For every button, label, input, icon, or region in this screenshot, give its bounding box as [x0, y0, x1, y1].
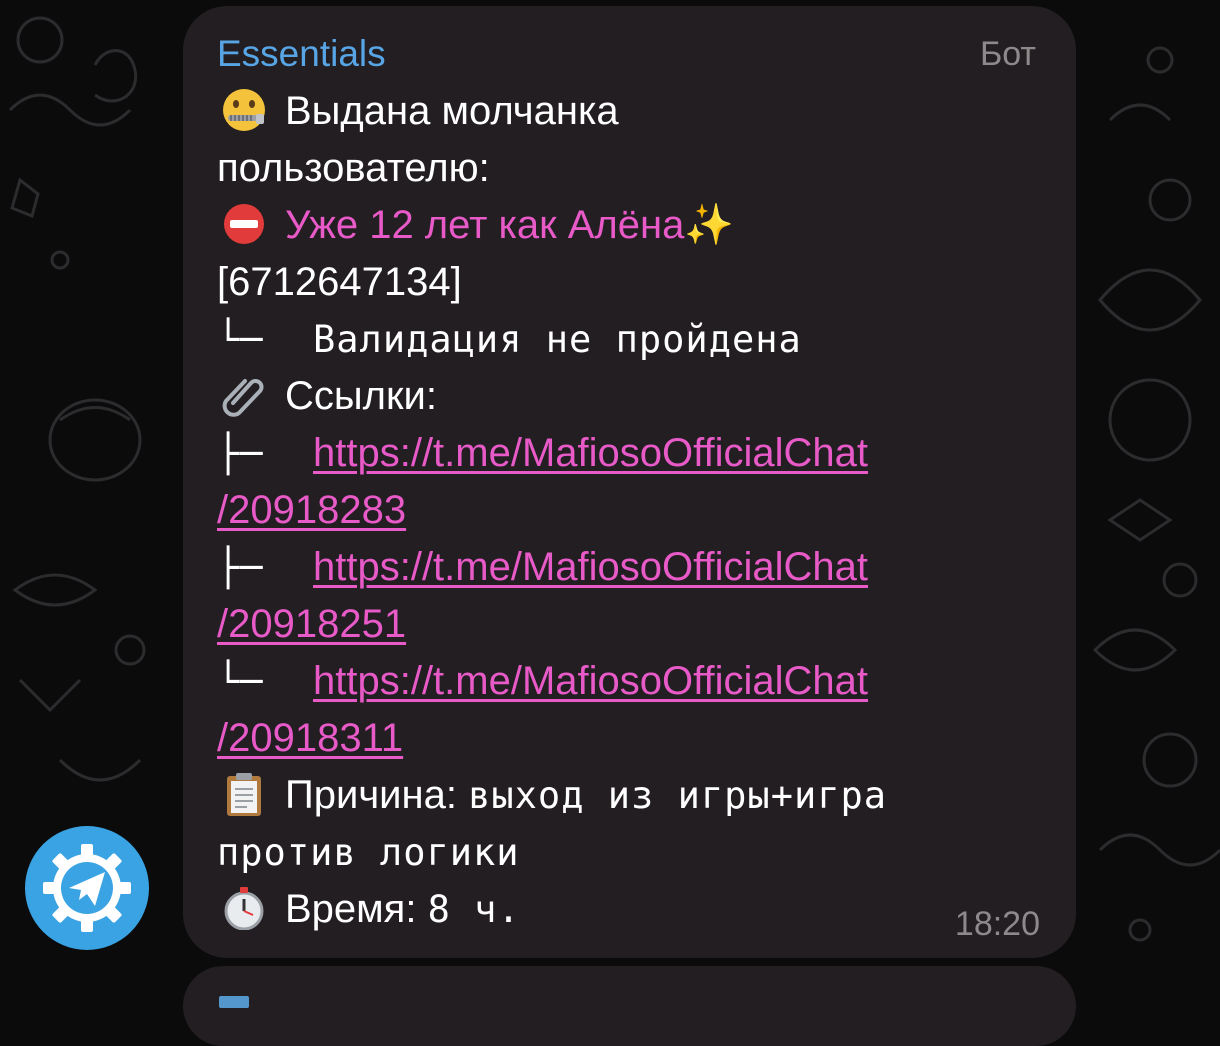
muted-title-cont: пользователю:	[217, 146, 490, 190]
link-item: └─ https://t.me/MafiosoOfficialChat	[217, 653, 1036, 710]
tree-branch: └─	[217, 660, 264, 703]
link-3-url[interactable]: https://t.me/MafiosoOfficialChat	[313, 659, 868, 703]
link-1-url-cont[interactable]: /20918283	[217, 488, 406, 532]
link-1-url[interactable]: https://t.me/MafiosoOfficialChat	[313, 431, 868, 475]
tree-branch: ├─	[217, 432, 264, 475]
tree-branch: ├─	[217, 546, 264, 589]
next-message-bubble	[183, 966, 1076, 1046]
reason-value-cont: против логики	[217, 831, 520, 874]
message-bubble: Essentials Бот Выдана молчанка пользоват…	[183, 6, 1076, 958]
user-id: [6712647134]	[217, 260, 462, 304]
reason-label: Причина:	[285, 773, 457, 817]
paperclip-icon	[222, 379, 264, 417]
link-2-url-cont[interactable]: /20918251	[217, 602, 406, 646]
message-header: Essentials Бот	[217, 33, 1036, 83]
next-sender-peek	[219, 996, 249, 1008]
link-item: ├─ https://t.me/MafiosoOfficialChat	[217, 425, 1036, 482]
links-label: Ссылки:	[285, 374, 437, 418]
reason-line: Причина: выход из игры+игра	[217, 767, 1036, 824]
link-item-cont: /20918283	[217, 482, 1036, 539]
validation-line: └─ Валидация не пройдена	[217, 311, 1036, 368]
user-line: Уже 12 лет как Алёна✨	[217, 197, 1036, 254]
link-3-url-cont[interactable]: /20918311	[217, 716, 403, 760]
muted-line: Выдана молчанка	[217, 83, 1036, 140]
no-entry-icon	[224, 204, 264, 244]
message-text: Выдана молчанка пользователю: Уже 12 лет…	[217, 83, 1036, 938]
tree-branch: └─	[217, 318, 264, 361]
muted-title: Выдана молчанка	[285, 89, 619, 133]
link-item: ├─ https://t.me/MafiosoOfficialChat	[217, 539, 1036, 596]
link-item-cont: /20918311	[217, 710, 1036, 767]
sender-name[interactable]: Essentials	[217, 33, 386, 75]
time-label: Время:	[285, 887, 417, 931]
links-header: Ссылки:	[217, 368, 1036, 425]
bot-badge: Бот	[979, 35, 1036, 73]
clipboard-icon	[227, 773, 261, 816]
link-2-url[interactable]: https://t.me/MafiosoOfficialChat	[313, 545, 868, 589]
user-name[interactable]: Уже 12 лет как Алёна✨	[285, 203, 734, 247]
validation-status: Валидация не пройдена	[313, 318, 802, 361]
time-value: 8 ч.	[427, 888, 521, 931]
message-timestamp: 18:20	[954, 905, 1040, 943]
zipper-mouth-face-icon	[223, 89, 265, 131]
time-line: Время: 8 ч.	[217, 881, 1036, 938]
telegram-settings-icon[interactable]	[25, 826, 149, 950]
link-item-cont: /20918251	[217, 596, 1036, 653]
reason-value: выход из игры+игра	[468, 774, 888, 817]
stopwatch-icon	[224, 887, 264, 930]
